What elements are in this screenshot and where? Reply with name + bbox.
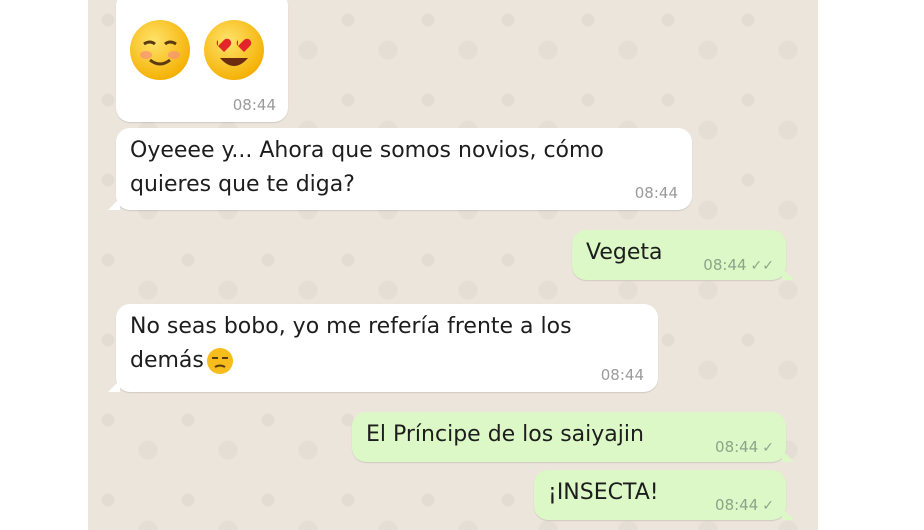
message-line-with-emoji: demás <box>130 344 572 378</box>
message-bubble[interactable]: ¡INSECTA! 08:44 ✓ <box>534 470 794 520</box>
message-text: El Príncipe de los saiyajin <box>366 418 644 452</box>
message-text: No seas bobo, yo me refería frente a los… <box>130 310 572 378</box>
message-time: 08:44 ✓✓ <box>703 256 774 274</box>
unamused-face-icon <box>206 348 233 374</box>
time-label: 08:44 <box>715 496 759 514</box>
bubble-tail <box>782 508 794 520</box>
message-line: Vegeta <box>586 240 663 265</box>
message-time: 08:44 ✓ <box>715 438 774 456</box>
smiling-blush-icon <box>130 20 190 80</box>
message-text: Oyeeee y... Ahora que somos novios, cómo… <box>130 134 604 202</box>
message-bubble[interactable]: 08:44 <box>116 0 288 122</box>
time-label: 08:44 <box>703 256 747 274</box>
bubble-tail <box>782 450 794 462</box>
message-line: El Príncipe de los saiyajin <box>366 422 644 447</box>
bubble-tail <box>108 380 120 392</box>
check-icon: ✓ <box>762 498 774 514</box>
message-line: Oyeeee y... Ahora que somos novios, cómo <box>130 138 604 163</box>
message-bubble[interactable]: Vegeta 08:44 ✓✓ <box>572 230 794 280</box>
message-line: demás <box>130 348 204 373</box>
time-label: 08:44 <box>715 438 759 456</box>
message-text: Vegeta <box>586 236 662 270</box>
chat-area[interactable]: 08:44 Oyeeee y... Ahora que somos novios… <box>88 0 818 530</box>
message-bubble[interactable]: Oyeeee y... Ahora que somos novios, cómo… <box>108 128 692 210</box>
message-line: quieres que te diga? <box>130 172 355 197</box>
message-time: 08:44 ✓ <box>715 496 774 514</box>
message-bubble[interactable]: El Príncipe de los saiyajin 08:44 ✓ <box>352 412 794 462</box>
message-line: ¡INSECTA! <box>548 480 659 505</box>
double-check-icon: ✓✓ <box>750 258 774 274</box>
bubble-tail <box>108 198 120 210</box>
bubble-tail <box>782 268 794 280</box>
message-line: No seas bobo, yo me refería frente a los <box>130 314 572 339</box>
check-icon: ✓ <box>762 440 774 456</box>
heart-eyes-icon <box>204 20 264 80</box>
message-time: 08:44 <box>634 184 678 202</box>
message-text: ¡INSECTA! <box>548 476 659 510</box>
message-time: 08:44 <box>232 96 276 114</box>
message-bubble[interactable]: No seas bobo, yo me refería frente a los… <box>108 304 658 392</box>
message-time: 08:44 <box>600 366 644 384</box>
